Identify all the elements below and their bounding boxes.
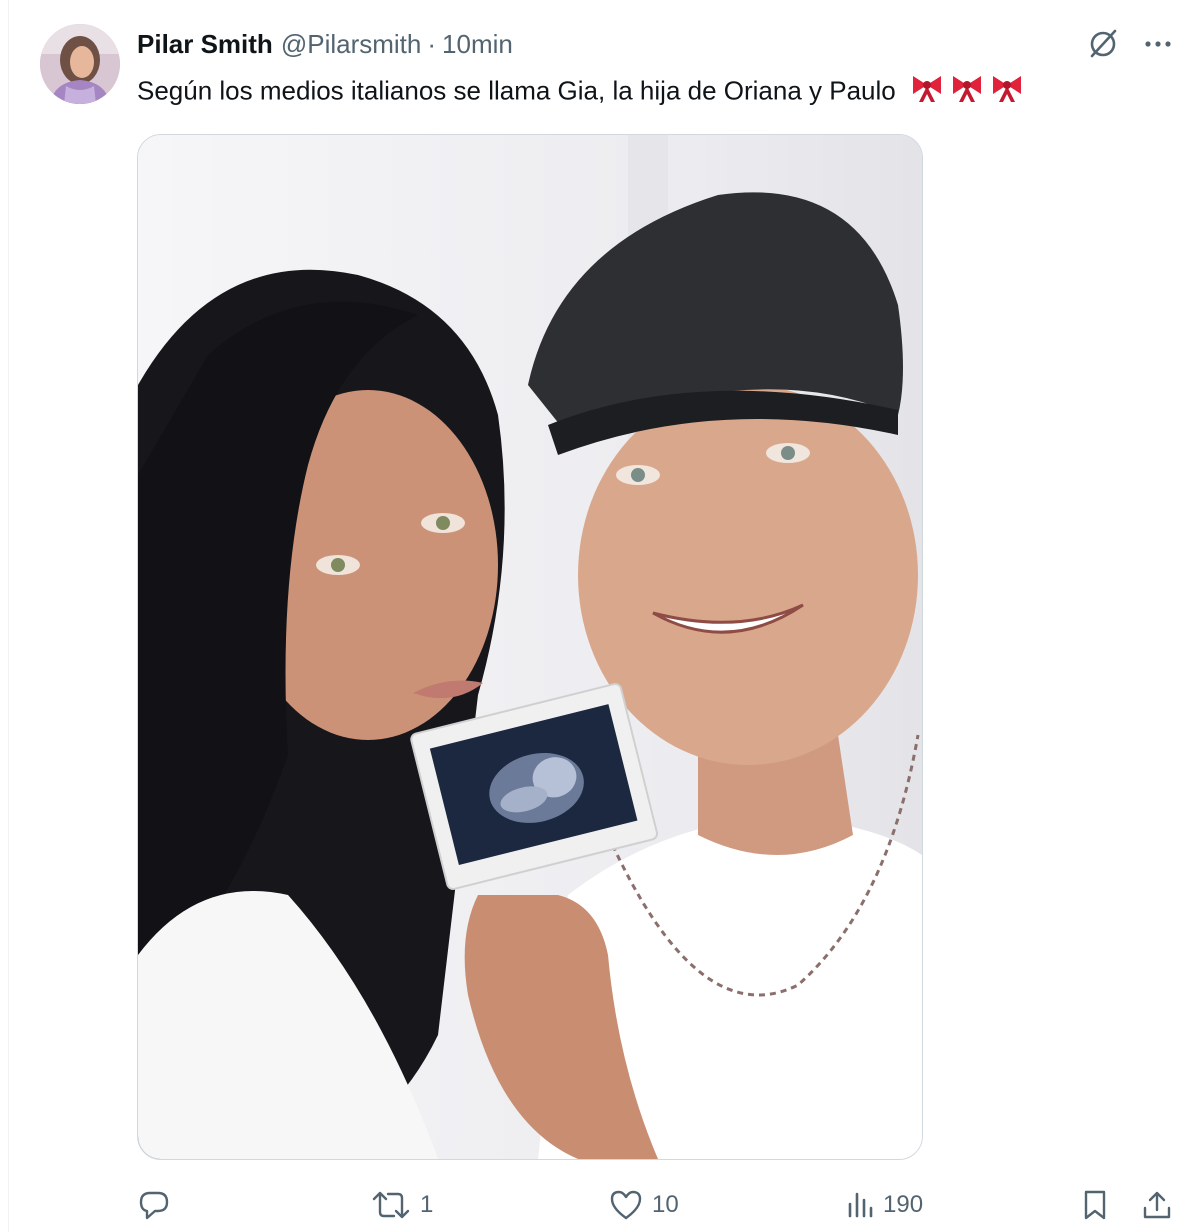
like-button[interactable]: 10 [608,1180,679,1230]
avatar[interactable] [40,24,120,104]
more-options-icon[interactable] [1140,26,1176,62]
views-count: 190 [883,1191,924,1218]
bookmark-icon [1084,1190,1106,1220]
reply-icon [139,1191,169,1220]
photo-couple-ultrasound [138,135,922,1159]
bookmark-button[interactable] [1080,1180,1110,1230]
tweet-action-bar: 1 10 190 [0,1180,1200,1230]
like-count: 10 [652,1191,679,1218]
retweet-count: 1 [420,1191,434,1218]
grok-icon[interactable] [1085,26,1121,62]
tweet-card[interactable]: Pilar Smith @Pilarsmith · 10min Según lo… [0,0,1200,1232]
tweet-text-body: Según los medios italianos se llama Gia,… [137,75,896,106]
tweet-header: Pilar Smith @Pilarsmith · 10min [137,26,513,62]
tweet-text: Según los medios italianos se llama Gia,… [137,70,1029,110]
timeline-border [8,0,9,1232]
tweet-photo[interactable] [137,134,923,1160]
reply-button[interactable] [137,1180,179,1230]
ribbon-icon [912,76,1021,102]
views-button[interactable]: 190 [845,1180,923,1230]
header-separator: · [427,28,437,59]
retweet-button[interactable]: 1 [370,1180,433,1230]
author-handle[interactable]: @Pilarsmith [281,29,422,60]
author-display-name[interactable]: Pilar Smith [137,29,273,60]
ribbon-emoji-group [909,70,1029,115]
share-button[interactable] [1140,1180,1174,1230]
tweet-timestamp[interactable]: 10min [442,29,513,60]
heart-icon [610,1190,642,1220]
avatar-image [40,24,120,104]
retweet-icon [372,1191,410,1219]
share-icon [1143,1191,1171,1219]
views-icon [848,1192,873,1218]
